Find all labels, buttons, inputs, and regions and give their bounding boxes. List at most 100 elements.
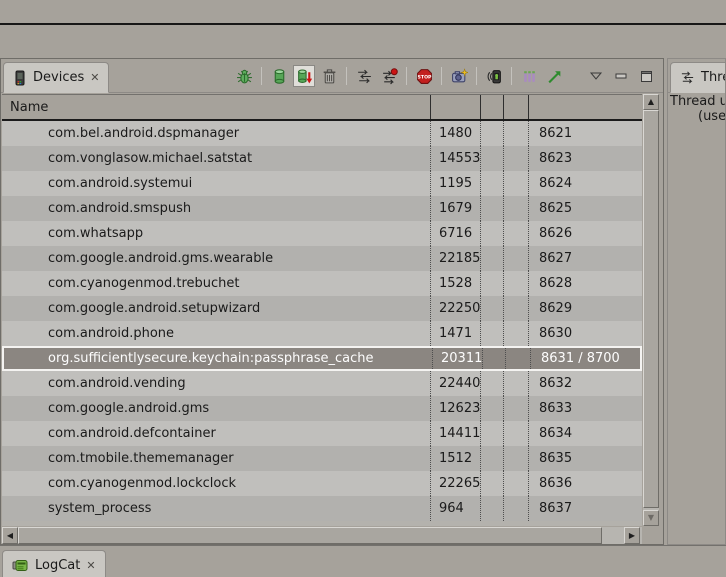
process-blank2 [504, 446, 529, 471]
toolbar-separator [441, 67, 442, 85]
process-pid: 6716 [431, 221, 481, 246]
table-row[interactable]: com.tmobile.thememanager 1512 8635 [2, 446, 642, 471]
toolbar-separator [511, 67, 512, 85]
table-row[interactable]: org.sufficientlysecure.keychain:passphra… [2, 346, 642, 371]
process-blank1 [481, 246, 504, 271]
table-row[interactable]: com.google.android.setupwizard 22250 862… [2, 296, 642, 321]
start-method-profiling-icon[interactable] [378, 65, 400, 87]
threads-message-line1: Thread updates not enabled for selected … [668, 94, 726, 109]
scroll-right-arrow[interactable]: ▶ [624, 527, 640, 544]
devices-toolbar: STOP [233, 64, 657, 88]
table-header: Name [2, 94, 642, 121]
process-name: com.tmobile.thememanager [2, 446, 431, 471]
table-row[interactable]: com.android.vending 22440 8632 [2, 371, 642, 396]
process-name: system_process [2, 496, 431, 521]
menu-item[interactable] [90, 9, 112, 15]
column-header-blank2[interactable] [504, 95, 529, 119]
process-blank2 [504, 496, 529, 521]
view-menu-chevron-icon[interactable] [585, 65, 607, 87]
process-blank2 [504, 246, 529, 271]
menu-item[interactable] [2, 9, 24, 15]
process-blank2 [504, 321, 529, 346]
process-pid: 20311 [433, 348, 483, 369]
start-opengl-trace-icon[interactable] [543, 65, 565, 87]
process-blank2 [504, 171, 529, 196]
main-toolbar-strip [0, 27, 726, 58]
process-port: 8623 [529, 146, 642, 171]
sysinfo-bars-icon[interactable] [518, 65, 540, 87]
column-header-port[interactable] [529, 95, 642, 119]
process-pid: 1480 [431, 121, 481, 146]
vertical-scrollbar[interactable]: ▲ ▼ [643, 94, 659, 526]
table-row[interactable]: com.google.android.gms 12623 8633 [2, 396, 642, 421]
process-name: com.android.defcontainer [2, 421, 431, 446]
process-blank1 [481, 171, 504, 196]
process-blank1 [481, 271, 504, 296]
process-blank2 [504, 421, 529, 446]
menu-item[interactable] [68, 9, 90, 15]
menu-item[interactable] [46, 9, 68, 15]
process-blank1 [483, 348, 506, 369]
tab-devices[interactable]: Devices ✕ [3, 62, 109, 93]
process-pid: 1679 [431, 196, 481, 221]
minimize-icon[interactable] [610, 65, 632, 87]
capture-all-devices-icon[interactable] [483, 65, 505, 87]
table-row[interactable]: com.cyanogenmod.lockclock 22265 8636 [2, 471, 642, 496]
process-blank1 [481, 371, 504, 396]
debug-process-icon[interactable] [233, 65, 255, 87]
devices-tab-close-icon[interactable]: ✕ [90, 72, 99, 83]
cause-gc-icon[interactable] [318, 65, 340, 87]
update-heap-icon[interactable] [268, 65, 290, 87]
table-row[interactable]: system_process 964 8637 [2, 496, 642, 521]
menu-item[interactable] [24, 9, 46, 15]
screen-capture-icon[interactable] [448, 65, 470, 87]
tab-threads[interactable]: Threads [670, 62, 726, 93]
scroll-left-arrow[interactable]: ◀ [2, 527, 18, 544]
process-blank2 [504, 396, 529, 421]
process-port: 8628 [529, 271, 642, 296]
table-row[interactable]: com.vonglasow.michael.satstat 14553 8623 [2, 146, 642, 171]
table-row[interactable]: com.google.android.gms.wearable 22185 86… [2, 246, 642, 271]
process-port: 8633 [529, 396, 642, 421]
table-row[interactable]: com.android.systemui 1195 8624 [2, 171, 642, 196]
threads-tabstrip: Threads [668, 59, 725, 93]
process-blank2 [504, 471, 529, 496]
process-pid: 22440 [431, 371, 481, 396]
process-blank1 [481, 446, 504, 471]
process-blank2 [506, 348, 531, 369]
table-row[interactable]: com.bel.android.dspmanager 1480 8621 [2, 121, 642, 146]
process-blank1 [481, 396, 504, 421]
table-row[interactable]: com.cyanogenmod.trebuchet 1528 8628 [2, 271, 642, 296]
table-row[interactable]: com.android.defcontainer 14411 8634 [2, 421, 642, 446]
process-blank1 [481, 221, 504, 246]
horizontal-scrollbar[interactable]: ◀ ▶ [2, 527, 642, 544]
toolbar-separator [261, 67, 262, 85]
toolbar-separator [346, 67, 347, 85]
dump-hprof-icon[interactable] [293, 65, 315, 87]
scroll-up-arrow[interactable]: ▲ [643, 94, 659, 110]
tab-logcat[interactable]: LogCat ✕ [2, 550, 106, 577]
toolbar-separator [476, 67, 477, 85]
stop-process-icon[interactable]: STOP [413, 65, 435, 87]
table-row[interactable]: com.whatsapp 6716 8626 [2, 221, 642, 246]
column-header-blank1[interactable] [481, 95, 504, 119]
process-blank1 [481, 496, 504, 521]
process-name: com.whatsapp [2, 221, 431, 246]
process-blank1 [481, 471, 504, 496]
vertical-scroll-thumb[interactable] [643, 110, 659, 508]
update-threads-icon[interactable] [353, 65, 375, 87]
table-row[interactable]: com.android.smspush 1679 8625 [2, 196, 642, 221]
column-header-name[interactable]: Name [2, 95, 431, 119]
column-header-pid[interactable] [431, 95, 481, 119]
maximize-icon[interactable] [635, 65, 657, 87]
process-port: 8637 [529, 496, 642, 521]
scroll-down-arrow[interactable]: ▼ [643, 510, 659, 526]
process-blank2 [504, 146, 529, 171]
logcat-tab-close-icon[interactable]: ✕ [86, 560, 95, 571]
table-row[interactable]: com.android.phone 1471 8630 [2, 321, 642, 346]
process-pid: 1528 [431, 271, 481, 296]
process-table: com.bel.android.dspmanager 1480 8621 com… [2, 121, 642, 526]
process-blank1 [481, 121, 504, 146]
horizontal-scroll-thumb[interactable] [18, 527, 602, 544]
process-blank2 [504, 271, 529, 296]
